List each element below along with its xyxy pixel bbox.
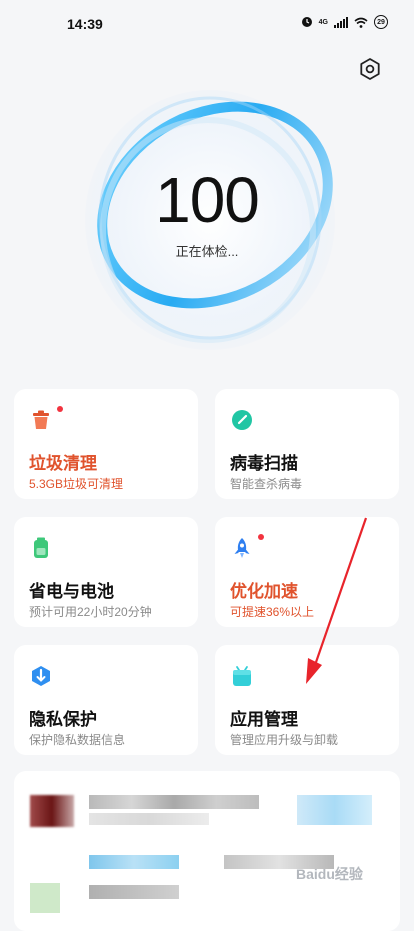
watermark: Baidu经验	[296, 866, 363, 882]
card-title: 隐私保护	[29, 710, 97, 729]
settings-icon[interactable]	[358, 57, 382, 81]
card-optimize[interactable]: 优化加速 可提速36%以上	[215, 517, 399, 627]
card-subtitle: 5.3GB垃圾可清理	[29, 477, 124, 491]
card-subtitle: 智能查杀病毒	[230, 477, 303, 491]
blurred-text	[89, 855, 179, 869]
card-title: 应用管理	[230, 710, 298, 729]
card-title: 病毒扫描	[230, 454, 298, 473]
scan-status: 正在体检...	[175, 244, 239, 259]
wifi-icon	[354, 17, 368, 28]
blurred-text	[89, 885, 179, 899]
card-subtitle: 管理应用升级与卸载	[230, 733, 339, 747]
blurred-button	[297, 795, 372, 825]
card-app-manager[interactable]: 应用管理 管理应用升级与卸载	[215, 645, 399, 755]
card-battery[interactable]: 省电与电池 预计可用22小时20分钟	[14, 517, 198, 627]
card-subtitle: 可提速36%以上	[230, 605, 315, 619]
virus-scan-icon	[232, 410, 252, 430]
app-icon-blurred	[30, 795, 74, 827]
card-virus-scan[interactable]: 病毒扫描 智能查杀病毒	[215, 389, 399, 499]
trash-icon	[33, 410, 49, 429]
app-list-card	[14, 771, 400, 931]
battery-saver-icon	[34, 537, 48, 558]
card-privacy[interactable]: 隐私保护 保护隐私数据信息	[14, 645, 198, 755]
card-subtitle: 保护隐私数据信息	[29, 733, 126, 747]
status-time: 14:39	[67, 16, 103, 32]
alarm-icon	[301, 17, 312, 27]
app-icon-blurred	[30, 883, 60, 913]
signal-icon	[334, 16, 348, 28]
blurred-text	[89, 813, 209, 825]
android-app-icon	[233, 666, 251, 686]
health-score: 100	[155, 164, 260, 236]
blurred-text	[89, 795, 259, 809]
card-title: 省电与电池	[29, 582, 114, 601]
privacy-shield-icon	[32, 666, 50, 686]
status-icons: 4G 29	[301, 15, 388, 29]
notification-dot	[258, 534, 264, 540]
notification-dot	[57, 406, 63, 412]
status-bar: 14:39 4G 29	[0, 0, 414, 48]
network-type: 4G	[318, 18, 328, 26]
card-subtitle: 预计可用22小时20分钟	[29, 605, 152, 619]
rocket-icon	[234, 538, 250, 558]
card-junk-clean[interactable]: 垃圾清理 5.3GB垃圾可清理	[14, 389, 198, 499]
card-title: 垃圾清理	[29, 454, 97, 473]
battery-icon: 29	[374, 15, 388, 29]
card-title: 优化加速	[230, 582, 298, 601]
